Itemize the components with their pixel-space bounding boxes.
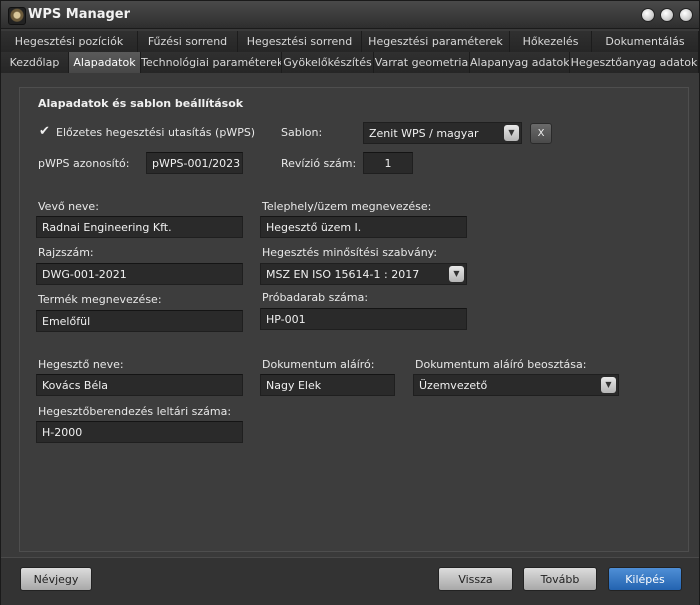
tab-hegesztesi-sorrend[interactable]: Hegesztési sorrend [238,31,362,52]
termek-label: Termék megnevezése: [38,293,162,306]
tab-row-1: Hegesztési pozíciók Fűzési sorrend Heges… [1,31,699,52]
clear-sablon-button[interactable]: X [530,123,552,144]
tab-kezdolap[interactable]: Kezdőlap [1,52,69,73]
berendezes-label: Hegesztőberendezés leltári száma: [38,405,232,418]
minimize-button[interactable] [641,8,655,22]
termek-field[interactable]: Emelőfül [36,310,243,332]
alairo-label: Dokumentum aláíró: [262,358,375,371]
hegeszto-label: Hegesztő neve: [38,358,124,371]
exit-button[interactable]: Kilépés [608,567,682,591]
window-title: WPS Manager [28,7,131,22]
chevron-down-icon: ▼ [504,125,519,141]
tab-hokezeles[interactable]: Hőkezelés [510,31,592,52]
szabvany-label: Hegesztés minősítési szabvány: [262,246,438,259]
telephely-field[interactable]: Hegesztő üzem I. [260,216,467,238]
tab-hegesztesi-poziciok[interactable]: Hegesztési pozíciók [1,31,138,52]
rajzszam-field[interactable]: DWG-001-2021 [36,263,243,285]
tab-alapadatok[interactable]: Alapadatok [69,52,141,73]
chevron-down-icon: ▼ [449,266,464,282]
tab-hegesztoanyag-adatok[interactable]: Hegesztőanyag adatok [570,52,699,73]
tab-row-2: Kezdőlap Alapadatok Technológiai paramét… [1,52,699,73]
sablon-label: Sablon: [281,126,323,139]
app-window: WPS Manager Hegesztési pozíciók Fűzési s… [0,0,700,605]
beosztas-label: Dokumentum aláíró beosztása: [415,358,587,371]
tab-gyokelokeszites[interactable]: Gyökelőkészítés [282,52,374,73]
berendezes-field[interactable]: H-2000 [36,421,243,443]
revizio-field[interactable]: 1 [363,152,413,174]
szabvany-value: MSZ EN ISO 15614-1 : 2017 [266,268,420,281]
probadarab-label: Próbadarab száma: [262,291,369,304]
about-button[interactable]: Névjegy [20,567,92,591]
tab-alapanyag-adatok[interactable]: Alapanyag adatok [470,52,570,73]
back-button[interactable]: Vissza [438,567,513,591]
rajzszam-label: Rajzszám: [38,246,94,259]
tab-varrat-geometria[interactable]: Varrat geometria [374,52,470,73]
probadarab-field[interactable]: HP-001 [260,308,467,330]
pwps-checkbox[interactable]: ✔ [39,125,52,138]
beosztas-select[interactable]: Üzemvezető ▼ [413,374,619,396]
hegeszto-field[interactable]: Kovács Béla [36,374,243,396]
maximize-button[interactable] [660,8,674,22]
szabvany-select[interactable]: MSZ EN ISO 15614-1 : 2017 ▼ [260,263,467,285]
tab-fuzesi-sorrend[interactable]: Fűzési sorrend [138,31,238,52]
chevron-down-icon: ▼ [601,377,616,393]
revizio-label: Revízió szám: [281,157,357,170]
tab-hegesztesi-parameterek[interactable]: Hegesztési paraméterek [362,31,510,52]
telephely-label: Telephely/üzem megnevezése: [262,200,432,213]
vevo-field[interactable]: Radnai Engineering Kft. [36,216,243,238]
close-button[interactable] [679,8,693,22]
sablon-select[interactable]: Zenit WPS / magyar ▼ [363,122,522,144]
alairo-field[interactable]: Nagy Elek [260,374,395,396]
sablon-value: Zenit WPS / magyar [369,127,479,140]
pwps-id-field[interactable]: pWPS-001/2023 [146,152,243,174]
pwps-id-label: pWPS azonosító: [38,157,130,170]
vevo-label: Vevő neve: [38,200,99,213]
app-logo-icon [8,7,26,25]
title-bar: WPS Manager [1,1,699,29]
section-title: Alapadatok és sablon beállítások [38,97,244,110]
tab-dokumentalas[interactable]: Dokumentálás [592,31,699,52]
tab-technologiai-parameterek[interactable]: Technológiai paraméterek [141,52,282,73]
pwps-checkbox-label: Előzetes hegesztési utasítás (pWPS) [56,126,256,139]
next-button[interactable]: Tovább [523,567,597,591]
beosztas-value: Üzemvezető [419,379,488,392]
